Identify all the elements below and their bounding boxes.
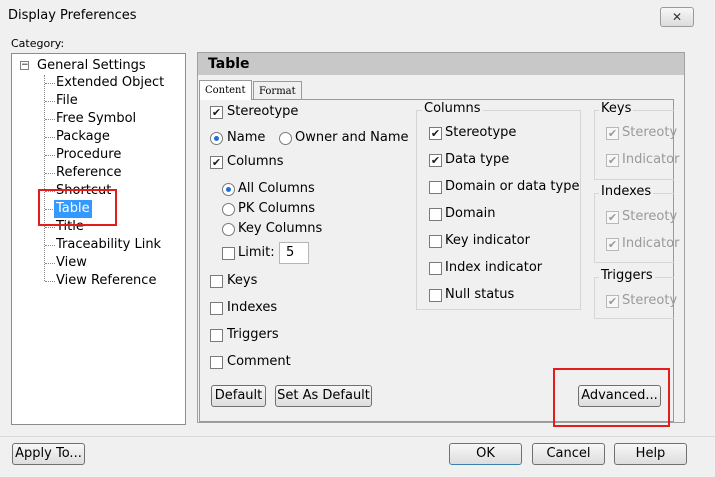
pk-columns-radio[interactable] xyxy=(222,203,235,216)
stereotype-checkbox[interactable]: ✔ xyxy=(210,106,223,119)
footer-separator xyxy=(0,436,715,437)
keys-label: Keys xyxy=(227,273,258,288)
col-index-indicator-checkbox[interactable] xyxy=(429,262,442,275)
triggers-group-title: Triggers xyxy=(599,268,655,284)
columns-group-title: Columns xyxy=(422,101,483,117)
stereotype-label: Stereotype xyxy=(227,104,299,119)
comment-checkbox[interactable] xyxy=(210,356,223,369)
category-label: Category: xyxy=(11,37,65,50)
collapse-icon[interactable]: − xyxy=(20,61,29,70)
pk-columns-label: PK Columns xyxy=(238,201,316,216)
col-stereotype-label: Stereotype xyxy=(445,125,517,140)
close-button[interactable]: ✕ xyxy=(660,7,694,27)
col-domain-label: Domain xyxy=(445,206,496,221)
limit-checkbox[interactable] xyxy=(222,247,235,260)
tree-item-extended-object[interactable]: Extended Object xyxy=(56,74,164,92)
tree-item-free-symbol[interactable]: Free Symbol xyxy=(56,110,136,128)
set-as-default-button[interactable]: Set As Default xyxy=(275,385,372,407)
col-key-indicator-label: Key indicator xyxy=(445,233,530,248)
indexes-stereotype-checkbox: ✔ xyxy=(606,211,619,224)
cancel-button[interactable]: Cancel xyxy=(532,443,605,465)
owner-and-name-radio[interactable] xyxy=(279,132,292,145)
col-stereotype-checkbox[interactable]: ✔ xyxy=(429,127,442,140)
tree-connector xyxy=(44,75,45,281)
tree-item-file[interactable]: File xyxy=(56,92,78,110)
ok-button[interactable]: OK xyxy=(449,443,522,465)
all-columns-radio[interactable] xyxy=(222,183,235,196)
col-null-status-label: Null status xyxy=(445,287,515,302)
apply-to-button[interactable]: Apply To... xyxy=(12,443,85,465)
highlight-box-advanced xyxy=(553,368,670,427)
triggers-stereotype-label: Stereoty xyxy=(622,293,678,308)
limit-label: Limit: xyxy=(238,245,275,260)
col-domain-or-data-type-label: Domain or data type xyxy=(445,179,580,194)
tree-item-reference[interactable]: Reference xyxy=(56,164,121,182)
owner-and-name-label: Owner and Name xyxy=(295,130,409,145)
col-data-type-checkbox[interactable]: ✔ xyxy=(429,154,442,167)
key-columns-radio[interactable] xyxy=(222,223,235,236)
col-null-status-checkbox[interactable] xyxy=(429,289,442,302)
keys-stereotype-label: Stereoty xyxy=(622,125,678,140)
col-data-type-label: Data type xyxy=(445,152,510,167)
default-button[interactable]: Default xyxy=(211,385,266,407)
panel-header: Table xyxy=(198,53,684,75)
columns-label: Columns xyxy=(227,154,284,169)
tree-item-view-reference[interactable]: View Reference xyxy=(56,272,156,290)
help-button[interactable]: Help xyxy=(614,443,687,465)
window-title: Display Preferences xyxy=(8,8,137,23)
name-radio-label: Name xyxy=(227,130,266,145)
tree-item-general-settings[interactable]: General Settings xyxy=(37,57,146,75)
tab-format[interactable]: Format xyxy=(253,81,302,100)
category-tree[interactable]: − General Settings Extended Object File … xyxy=(11,53,186,425)
indexes-indicator-checkbox: ✔ xyxy=(606,238,619,251)
tree-item-procedure[interactable]: Procedure xyxy=(56,146,121,164)
keys-indicator-label: Indicator xyxy=(622,152,680,167)
keys-stereotype-checkbox: ✔ xyxy=(606,127,619,140)
tree-item-view[interactable]: View xyxy=(56,254,87,272)
indexes-group-title: Indexes xyxy=(599,184,654,200)
highlight-box-table xyxy=(38,189,117,226)
tab-content[interactable]: Content xyxy=(199,80,252,100)
keys-checkbox[interactable] xyxy=(210,275,223,288)
keys-group-title: Keys xyxy=(599,101,634,117)
triggers-label: Triggers xyxy=(227,327,279,342)
col-index-indicator-label: Index indicator xyxy=(445,260,543,275)
indexes-stereotype-label: Stereoty xyxy=(622,209,678,224)
triggers-stereotype-checkbox: ✔ xyxy=(606,295,619,308)
all-columns-label: All Columns xyxy=(238,181,315,196)
col-domain-checkbox[interactable] xyxy=(429,208,442,221)
key-columns-label: Key Columns xyxy=(238,221,323,236)
name-radio[interactable] xyxy=(210,132,223,145)
tree-item-traceability-link[interactable]: Traceability Link xyxy=(56,236,161,254)
close-icon: ✕ xyxy=(671,10,683,24)
keys-group xyxy=(594,110,674,180)
col-key-indicator-checkbox[interactable] xyxy=(429,235,442,248)
indexes-group xyxy=(594,193,674,263)
keys-indicator-checkbox: ✔ xyxy=(606,154,619,167)
tree-item-package[interactable]: Package xyxy=(56,128,110,146)
limit-input[interactable]: 5 xyxy=(279,242,309,264)
indexes-label: Indexes xyxy=(227,300,278,315)
columns-checkbox[interactable]: ✔ xyxy=(210,156,223,169)
indexes-checkbox[interactable] xyxy=(210,302,223,315)
col-domain-or-data-type-checkbox[interactable] xyxy=(429,181,442,194)
triggers-checkbox[interactable] xyxy=(210,329,223,342)
indexes-indicator-label: Indicator xyxy=(622,236,680,251)
comment-label: Comment xyxy=(227,354,291,369)
